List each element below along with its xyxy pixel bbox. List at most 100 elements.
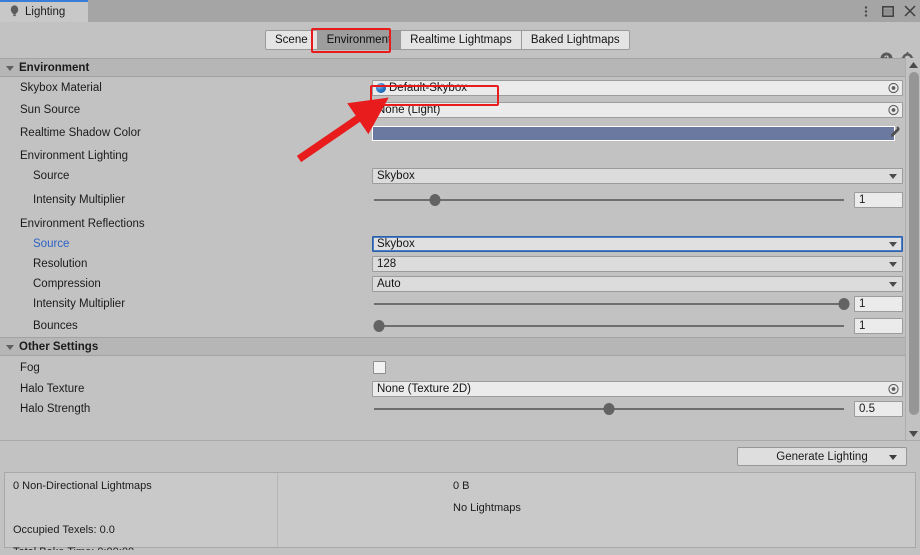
generate-lighting-bar: Generate Lighting — [0, 440, 920, 473]
label-realtime-shadow-color: Realtime Shadow Color — [20, 127, 141, 139]
object-picker-icon[interactable] — [888, 383, 899, 395]
field-sun-source[interactable]: None (Light) — [372, 101, 903, 118]
slider-track — [374, 303, 844, 305]
row-fog: Fog — [0, 356, 920, 379]
color-swatch-realtime-shadow[interactable] — [372, 125, 895, 141]
dropdown-env-lighting-source[interactable]: Skybox — [372, 168, 903, 184]
dropdown-env-reflections-source[interactable]: Skybox — [372, 236, 903, 252]
value-skybox-material: Default-Skybox — [389, 82, 467, 94]
slider-env-reflections-intensity[interactable] — [374, 296, 850, 312]
row-env-reflections-source: Source Skybox — [0, 234, 920, 254]
mode-tab-group: Scene Environment Realtime Lightmaps Bak… — [265, 30, 630, 50]
checkbox-fog[interactable] — [373, 361, 386, 374]
status-line: 0 Non-Directional Lightmaps — [13, 480, 152, 492]
value-env-lighting-source: Skybox — [377, 170, 415, 182]
scroll-down-icon[interactable] — [906, 427, 920, 440]
settings-scroll-area[interactable]: Environment Skybox Material Default-Skyb… — [0, 58, 920, 440]
close-icon[interactable] — [903, 5, 916, 18]
section-header-environment[interactable]: Environment — [0, 58, 920, 77]
label-env-reflections-intensity: Intensity Multiplier — [33, 298, 126, 310]
row-env-reflections-compression: Compression Auto — [0, 274, 920, 294]
lighting-window: Lighting Scene Environment Realtime Ligh… — [0, 0, 920, 555]
lightmap-status-panel: 0 Non-Directional Lightmaps Occupied Tex… — [4, 472, 916, 555]
foldout-triangle-icon[interactable] — [6, 65, 14, 71]
eyedropper-icon[interactable] — [888, 126, 901, 140]
section-header-other-settings[interactable]: Other Settings — [0, 337, 920, 356]
slider-thumb[interactable] — [373, 319, 385, 332]
kebab-menu-icon[interactable] — [859, 5, 872, 18]
slider-thumb[interactable] — [603, 403, 615, 415]
field-skybox-material[interactable]: Default-Skybox — [372, 80, 903, 96]
status-line: Occupied Texels: 0.0 — [13, 524, 115, 536]
numberbox-env-reflections-intensity[interactable]: 1 — [854, 296, 903, 312]
dropdown-env-reflections-resolution[interactable]: 128 — [372, 256, 903, 272]
value-env-lighting-intensity: 1 — [859, 193, 866, 206]
tab-baked-lightmaps[interactable]: Baked Lightmaps — [521, 31, 629, 49]
row-env-reflections-intensity: Intensity Multiplier 1 — [0, 294, 920, 314]
label-halo-strength: Halo Strength — [20, 403, 91, 415]
numberbox-halo-strength[interactable]: 0.5 — [854, 401, 903, 417]
row-env-lighting-source: Source Skybox — [0, 166, 920, 186]
slider-track — [374, 324, 844, 327]
row-sun-source: Sun Source None (Light) — [0, 99, 920, 120]
status-left-column: 0 Non-Directional Lightmaps Occupied Tex… — [13, 480, 273, 555]
value-halo-texture: None (Texture 2D) — [377, 383, 471, 395]
chevron-down-icon[interactable] — [889, 454, 897, 460]
material-sphere-icon — [376, 83, 386, 93]
scroll-up-icon[interactable] — [906, 58, 920, 71]
label-fog: Fog — [20, 361, 40, 374]
dropdown-env-reflections-compression[interactable]: Auto — [372, 276, 903, 292]
value-env-reflections-source: Skybox — [377, 238, 415, 250]
row-realtime-shadow-color: Realtime Shadow Color — [0, 120, 920, 146]
label-environment-reflections: Environment Reflections — [20, 217, 145, 230]
slider-thumb[interactable] — [429, 193, 441, 206]
label-env-reflections-source: Source — [33, 238, 70, 250]
lightbulb-icon — [9, 4, 20, 20]
label-sun-source: Sun Source — [20, 103, 81, 116]
window-bottom-edge — [0, 550, 920, 555]
status-right-column: 0 B No Lightmaps — [453, 480, 753, 524]
slider-halo-strength[interactable] — [374, 401, 844, 417]
status-line — [13, 502, 273, 524]
window-controls — [859, 0, 916, 22]
chevron-down-icon — [889, 262, 897, 267]
tab-environment[interactable]: Environment — [317, 31, 402, 49]
numberbox-env-reflections-bounces[interactable]: 1 — [854, 317, 903, 334]
value-env-reflections-intensity: 1 — [859, 298, 866, 310]
chevron-down-icon — [889, 174, 897, 179]
value-sun-source: None (Light) — [377, 103, 441, 116]
status-line: No Lightmaps — [453, 502, 521, 514]
generate-lighting-label: Generate Lighting — [776, 450, 868, 463]
chevron-down-icon — [889, 242, 897, 247]
maximize-icon[interactable] — [881, 5, 894, 18]
tab-scene[interactable]: Scene — [266, 31, 318, 49]
numberbox-env-lighting-intensity[interactable]: 1 — [854, 191, 903, 208]
label-environment-lighting: Environment Lighting — [20, 150, 129, 162]
field-halo-texture[interactable]: None (Texture 2D) — [372, 381, 903, 397]
label-env-reflections-resolution: Resolution — [33, 258, 88, 270]
label-env-reflections-compression: Compression — [33, 278, 101, 290]
slider-track — [374, 198, 844, 201]
object-picker-icon[interactable] — [888, 82, 899, 94]
tab-realtime-lightmaps[interactable]: Realtime Lightmaps — [401, 31, 522, 49]
slider-thumb[interactable] — [838, 298, 850, 310]
chevron-down-icon — [889, 282, 897, 287]
row-skybox-material: Skybox Material Default-Skybox — [0, 77, 920, 99]
label-halo-texture: Halo Texture — [20, 383, 85, 395]
tab-lighting[interactable]: Lighting — [0, 0, 88, 22]
slider-env-lighting-intensity[interactable] — [374, 192, 844, 208]
row-halo-strength: Halo Strength 0.5 — [0, 399, 920, 419]
generate-lighting-button[interactable]: Generate Lighting — [737, 447, 907, 466]
slider-env-reflections-bounces[interactable] — [373, 318, 844, 334]
object-picker-icon[interactable] — [888, 104, 899, 115]
window-titlebar: Lighting — [0, 0, 920, 22]
status-line: 0 B — [453, 480, 470, 492]
status-divider — [277, 473, 278, 549]
value-env-reflections-bounces: 1 — [859, 319, 866, 332]
row-env-reflections-bounces: Bounces 1 — [0, 314, 920, 337]
scrollbar-thumb[interactable] — [909, 72, 919, 415]
foldout-triangle-icon[interactable] — [6, 344, 14, 350]
group-environment-lighting: Environment Lighting — [0, 146, 920, 166]
label-skybox-material: Skybox Material — [20, 82, 102, 94]
vertical-scrollbar[interactable] — [905, 58, 920, 440]
